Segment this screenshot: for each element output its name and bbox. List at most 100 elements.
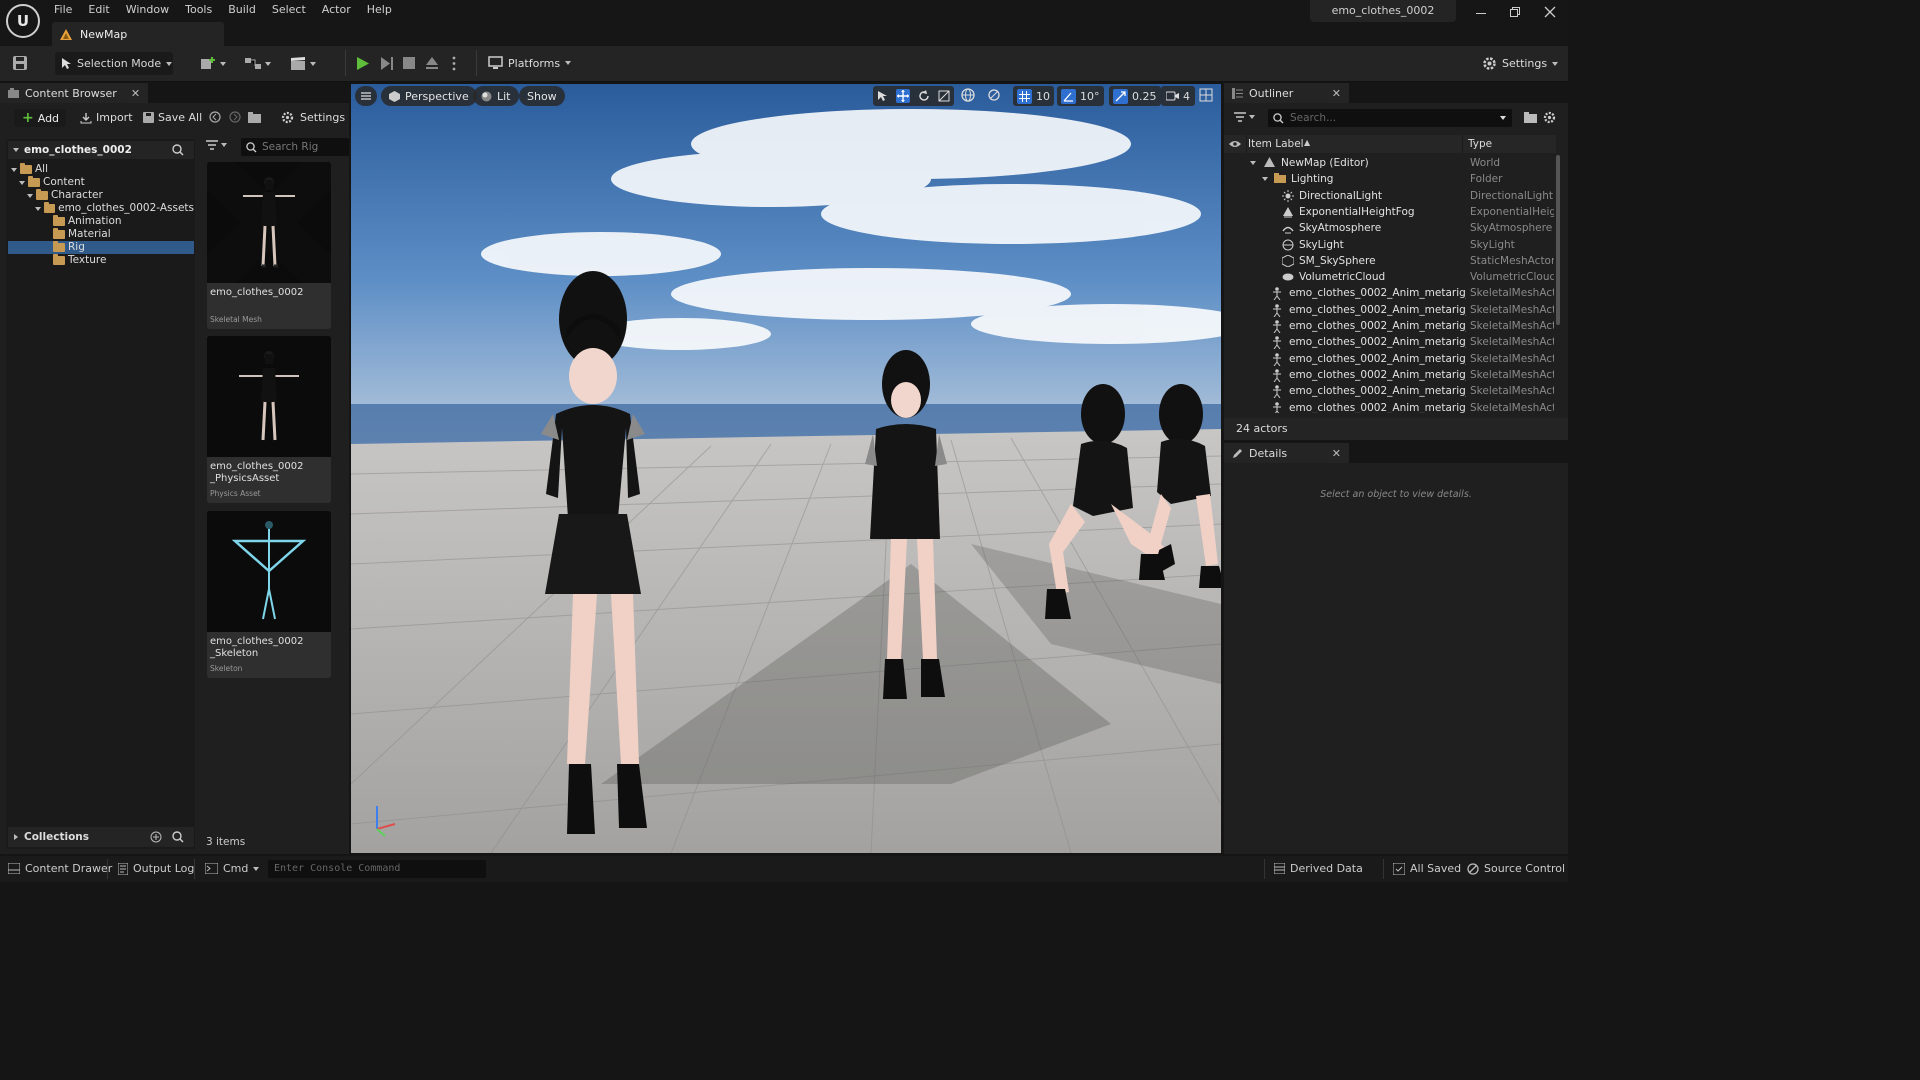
column-type[interactable]: Type	[1468, 138, 1492, 150]
menu-select[interactable]: Select	[264, 0, 314, 20]
eye-icon[interactable]	[1229, 140, 1241, 148]
outliner-row[interactable]: SkyAtmosphere SkyAtmosphere	[1224, 220, 1556, 236]
more-options-icon[interactable]	[452, 56, 456, 71]
angle-snap-control[interactable]: 10°	[1057, 86, 1104, 106]
asset-tile-skeleton[interactable]: emo_clothes_0002_Skeleton Skeleton	[207, 511, 331, 678]
outliner-row[interactable]: emo_clothes_0002_Anim_metarig_Fe Skeletal…	[1224, 334, 1556, 350]
asset-tile-skeletal-mesh[interactable]: emo_clothes_0002 Skeletal Mesh	[207, 162, 331, 329]
close-icon[interactable]: ✕	[1332, 447, 1341, 460]
tree-item-character[interactable]: Character	[8, 189, 194, 202]
console-command-input[interactable]: Enter Console Command	[268, 860, 486, 878]
collections-header[interactable]: Collections	[8, 827, 194, 847]
grid-snap-control[interactable]: 10	[1013, 86, 1054, 106]
tree-item-assets[interactable]: emo_clothes_0002-Assets	[8, 202, 194, 215]
cb-settings-button[interactable]: Settings	[281, 111, 345, 124]
blueprint-button[interactable]	[245, 56, 271, 71]
history-back-icon[interactable]	[209, 111, 221, 123]
outliner-row[interactable]: emo_clothes_0002_Anim_metarig_jur Skeleta…	[1224, 400, 1556, 413]
menu-help[interactable]: Help	[359, 0, 400, 20]
outliner-row[interactable]: emo_clothes_0002_Anim_metarig_idl Skeleta…	[1224, 383, 1556, 399]
outliner-row[interactable]: Lighting Folder	[1224, 171, 1556, 187]
tree-item-texture[interactable]: Texture	[8, 254, 194, 267]
search-icon[interactable]	[172, 144, 184, 156]
outliner-row[interactable]: ExponentialHeightFog ExponentialHeigh	[1224, 204, 1556, 220]
chevron-down-icon[interactable]	[1262, 177, 1268, 182]
save-all-button[interactable]: Save All	[143, 111, 202, 124]
source-control-button[interactable]: Source Control	[1467, 862, 1565, 875]
folder-icon[interactable]	[248, 112, 261, 123]
outliner-row[interactable]: emo_clothes_0002_Anim_metarig_Fe Skeletal…	[1224, 318, 1556, 334]
show-button[interactable]: Show	[519, 86, 565, 106]
outliner-row[interactable]: emo_clothes_0002_Anim_metarig_Fe Skeletal…	[1224, 367, 1556, 383]
play-icon[interactable]	[356, 56, 370, 71]
derived-data-button[interactable]: Derived Data	[1274, 862, 1363, 875]
asset-tile-physics-asset[interactable]: emo_clothes_0002_PhysicsAsset Physics As…	[207, 336, 331, 503]
outliner-row[interactable]: emo_clothes_0002_Anim_metarig_18 Skeletal…	[1224, 285, 1556, 301]
tab-content-browser[interactable]: Content Browser ✕	[0, 83, 149, 103]
outliner-scrollbar[interactable]	[1556, 155, 1560, 325]
settings-dropdown[interactable]: Settings	[1482, 56, 1559, 71]
outliner-row[interactable]: emo_clothes_0002_Anim_metarig_Ap Skeletal…	[1224, 302, 1556, 318]
import-button[interactable]: Import	[80, 111, 133, 124]
tree-item-rig[interactable]: Rig	[8, 241, 194, 254]
advance-frame-icon[interactable]	[380, 56, 394, 71]
add-button[interactable]: + Add	[14, 109, 66, 127]
eject-icon[interactable]	[425, 56, 439, 70]
content-drawer-button[interactable]: Content Drawer	[8, 862, 112, 875]
tree-item-all[interactable]: All	[8, 163, 194, 176]
perspective-button[interactable]: Perspective	[381, 86, 477, 106]
camera-speed-control[interactable]: 4	[1161, 86, 1195, 106]
selection-mode-dropdown[interactable]: Selection Mode	[55, 52, 173, 75]
cmd-dropdown[interactable]: Cmd	[205, 862, 260, 875]
cinematics-button[interactable]	[290, 56, 316, 71]
filter-button[interactable]	[206, 140, 227, 150]
tab-outliner[interactable]: Outliner ✕	[1224, 83, 1349, 103]
outliner-row[interactable]: DirectionalLight DirectionalLight	[1224, 188, 1556, 204]
add-collection-icon[interactable]	[150, 831, 162, 843]
restore-icon[interactable]	[1510, 7, 1522, 19]
output-log-button[interactable]: Output Log	[118, 862, 194, 875]
platforms-dropdown[interactable]: Platforms	[488, 56, 572, 70]
globe-icon[interactable]	[961, 88, 975, 102]
outliner-row[interactable]: emo_clothes_0002_Anim_metarig_Fe Skeletal…	[1224, 351, 1556, 367]
outliner-row[interactable]: SkyLight SkyLight	[1224, 237, 1556, 253]
history-forward-icon[interactable]	[229, 111, 241, 123]
save-icon[interactable]	[12, 55, 28, 71]
tab-newmap[interactable]: NewMap	[52, 22, 224, 46]
search-icon[interactable]	[172, 831, 184, 843]
chevron-down-icon[interactable]	[13, 148, 19, 152]
tree-item-material[interactable]: Material	[8, 228, 194, 241]
outliner-search-input[interactable]: Search...	[1268, 109, 1512, 127]
menu-file[interactable]: File	[46, 0, 80, 20]
translate-tool-icon[interactable]	[896, 89, 910, 103]
select-tool-icon[interactable]	[877, 90, 888, 102]
minimize-icon[interactable]	[1476, 5, 1490, 19]
search-rig-input[interactable]: Search Rig	[241, 138, 349, 156]
unreal-logo-icon[interactable]: U	[6, 4, 40, 38]
chevron-down-icon[interactable]	[1250, 161, 1256, 165]
all-saved-button[interactable]: All Saved	[1393, 862, 1461, 875]
stop-icon[interactable]	[403, 57, 415, 69]
close-icon[interactable]: ✕	[1332, 87, 1341, 100]
add-folder-icon[interactable]	[1524, 112, 1537, 123]
menu-actor[interactable]: Actor	[314, 0, 359, 20]
outliner-filter-button[interactable]	[1234, 112, 1255, 122]
viewport-layout-icon[interactable]	[1199, 88, 1213, 102]
menu-build[interactable]: Build	[220, 0, 264, 20]
add-actor-button[interactable]	[200, 56, 226, 71]
outliner-row[interactable]: NewMap (Editor) World	[1224, 155, 1556, 171]
lit-button[interactable]: Lit	[473, 86, 519, 106]
surface-snap-icon[interactable]	[987, 88, 1001, 102]
close-icon[interactable]: ✕	[131, 87, 140, 100]
column-item-label[interactable]: Item Label	[1248, 138, 1304, 150]
viewport-menu-button[interactable]	[355, 86, 377, 106]
scale-tool-icon[interactable]	[938, 90, 950, 102]
outliner-row[interactable]: VolumetricCloud VolumetricCloud	[1224, 269, 1556, 285]
level-viewport[interactable]: Perspective Lit Show 10 10° 0.25 4	[351, 84, 1221, 853]
tree-item-animation[interactable]: Animation	[8, 215, 194, 228]
menu-tools[interactable]: Tools	[177, 0, 220, 20]
gear-icon[interactable]	[1543, 111, 1556, 124]
close-window-icon[interactable]	[1544, 6, 1558, 20]
menu-window[interactable]: Window	[118, 0, 177, 20]
outliner-row[interactable]: SM_SkySphere StaticMeshActor	[1224, 253, 1556, 269]
